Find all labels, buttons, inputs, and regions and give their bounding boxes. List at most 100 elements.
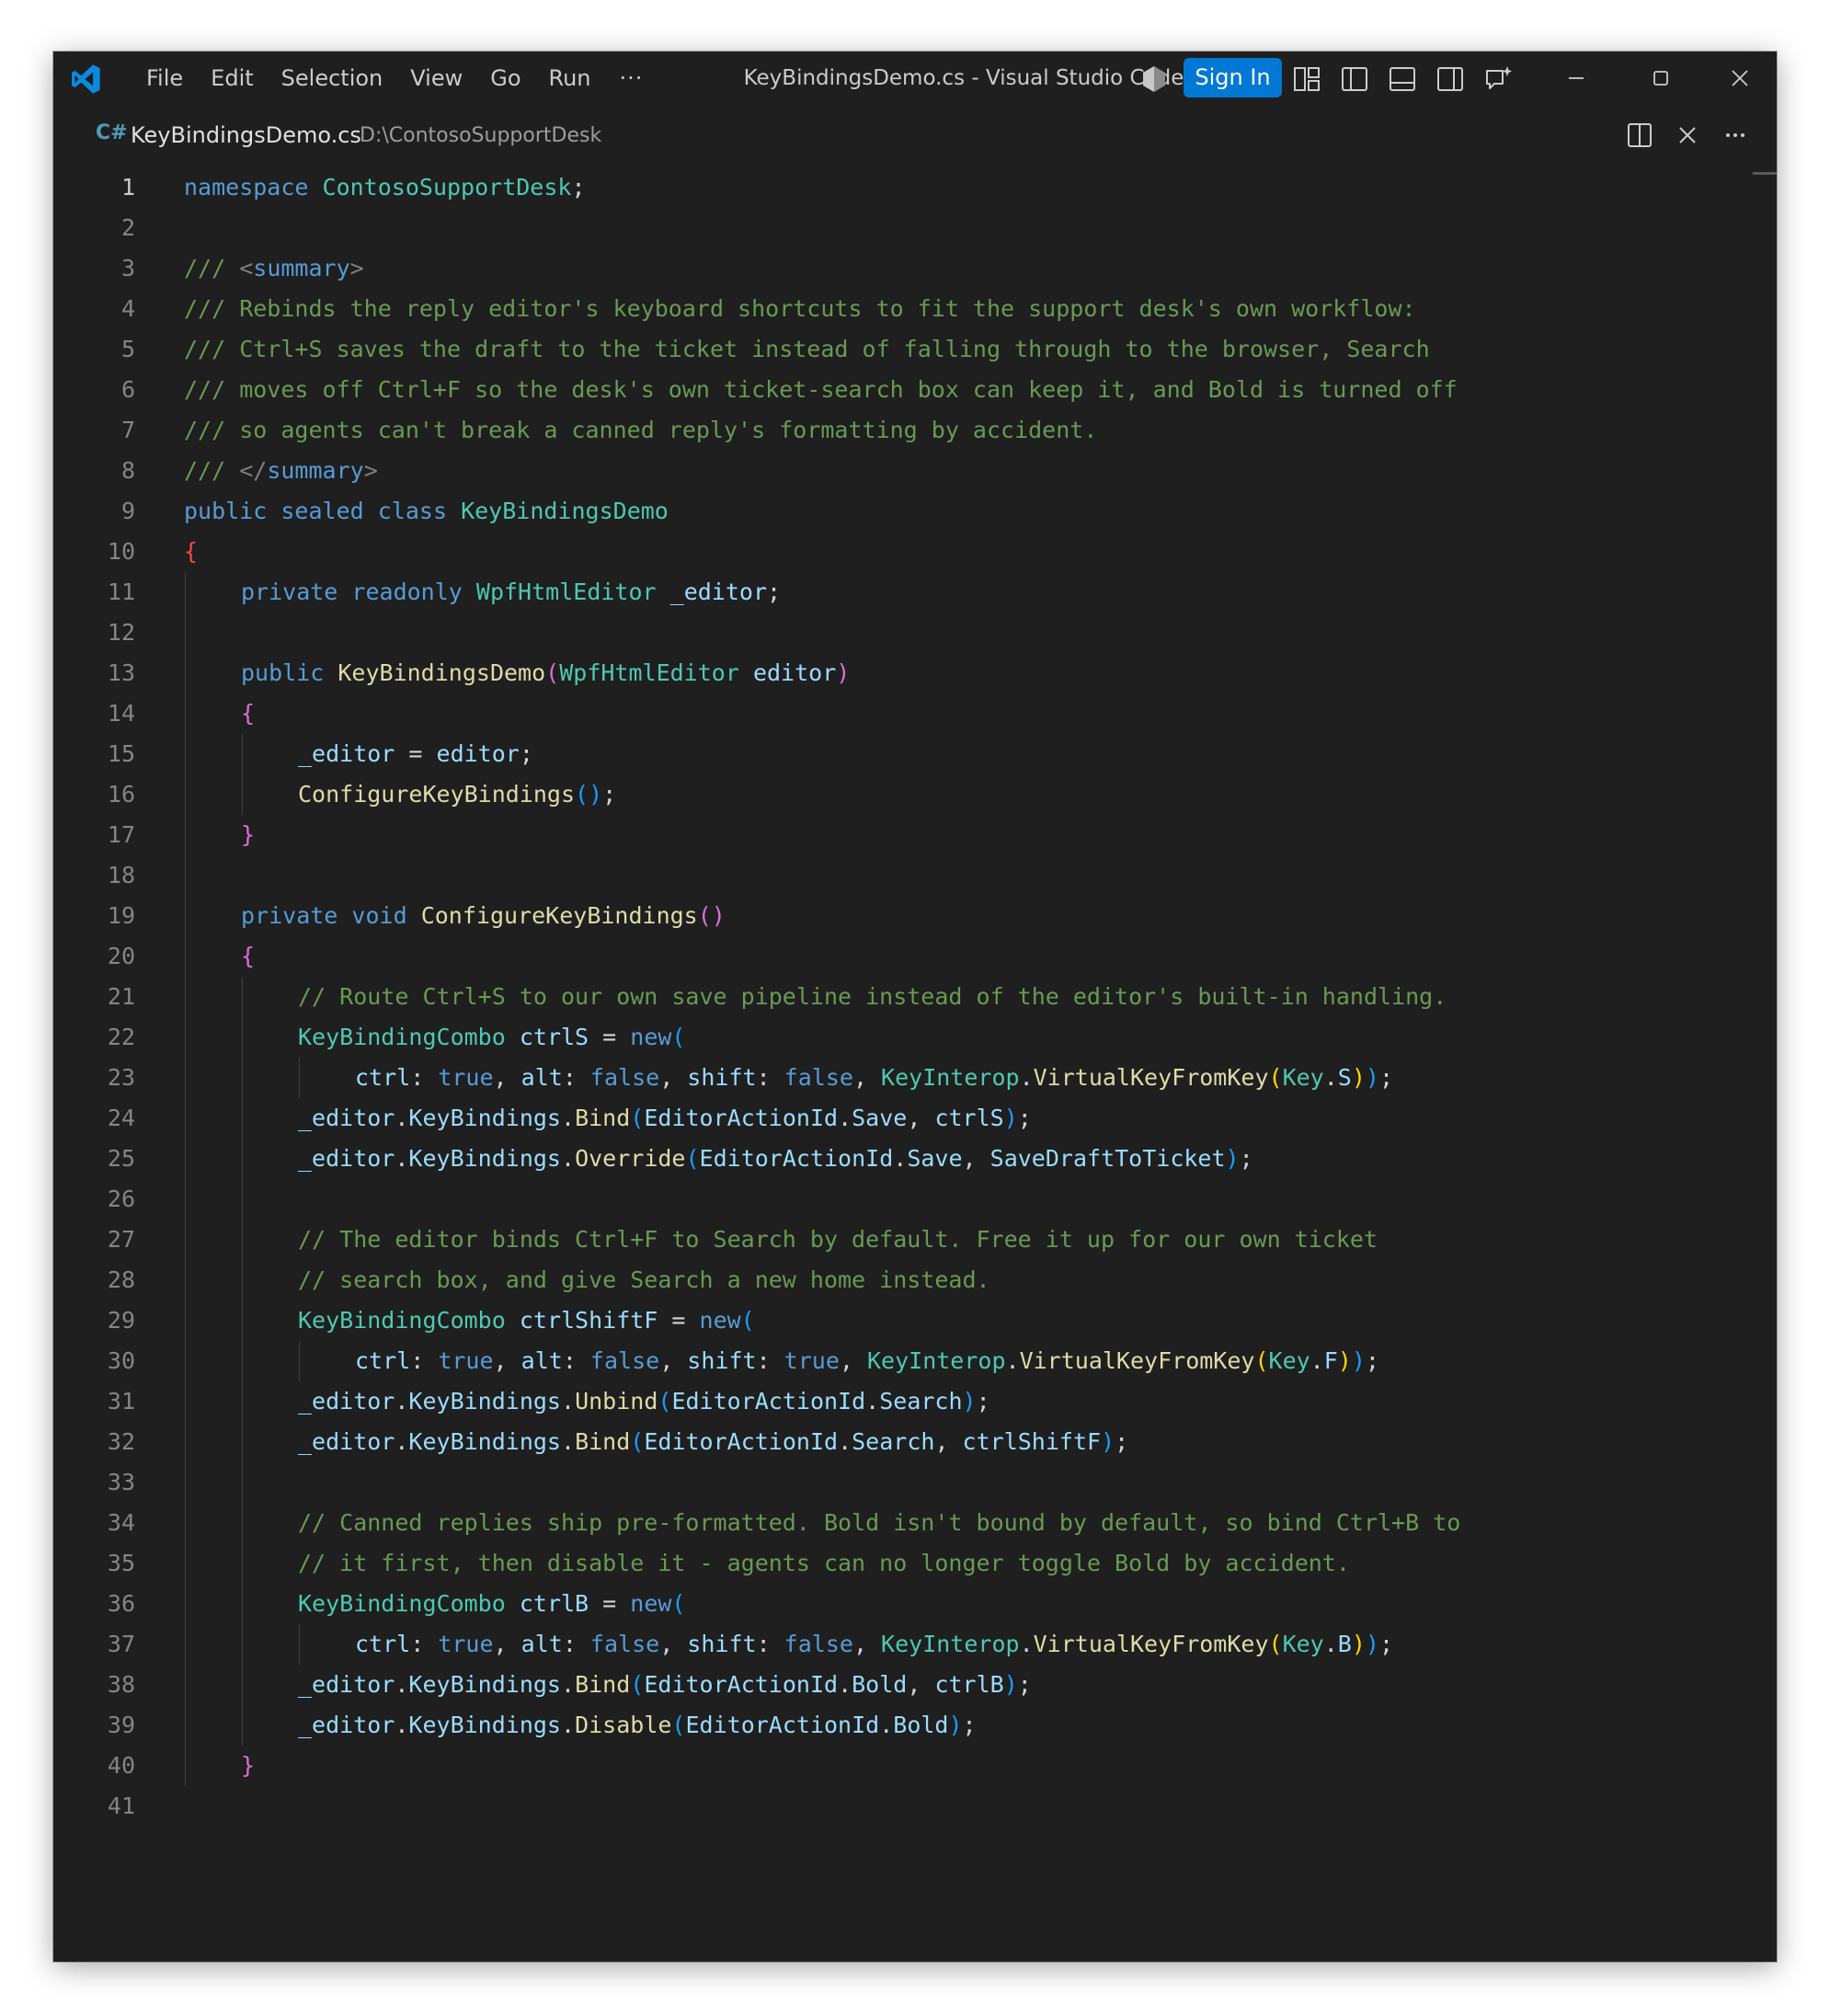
close-window-button[interactable]: [1703, 52, 1777, 105]
line-number: 1: [120, 174, 135, 200]
code-line[interactable]: 10 {: [53, 532, 1777, 572]
code-line[interactable]: 13 public KeyBindingsDemo(WpfHtmlEditor e…: [53, 653, 1777, 693]
code-line[interactable]: 16 ConfigureKeyBindings();: [53, 774, 1777, 815]
line-number: 4: [120, 295, 135, 322]
code-line[interactable]: 6 /// moves off Ctrl+F so the desk's own …: [53, 370, 1777, 410]
code-line[interactable]: 31 _editor.KeyBindings.Unbind(EditorActio…: [53, 1381, 1777, 1422]
code-line[interactable]: 34 // Canned replies ship pre-formatted. …: [53, 1503, 1777, 1543]
chat-icon[interactable]: [1482, 63, 1514, 95]
code-text: KeyBindingCombo ctrlS = new(: [298, 1017, 685, 1058]
code-line[interactable]: 30 ctrl: true, alt: false, shift: true, K…: [53, 1341, 1777, 1381]
customize-layout-icon[interactable]: [1291, 63, 1322, 95]
menu-run[interactable]: Run: [535, 65, 605, 91]
line-number: 16: [107, 781, 135, 808]
close-editor-button[interactable]: [1670, 118, 1705, 153]
code-line[interactable]: 26: [53, 1179, 1777, 1220]
code-token: ctrl: [355, 1631, 411, 1657]
line-number: 26: [107, 1186, 135, 1212]
csharp-file-icon: C#: [96, 121, 128, 144]
code-line[interactable]: 4 /// Rebinds the reply editor's keyboard…: [53, 289, 1777, 329]
file-name[interactable]: KeyBindingsDemo.cs: [131, 122, 361, 148]
code-token: Override: [575, 1145, 686, 1172]
code-line[interactable]: 37 ctrl: true, alt: false, shift: false, …: [53, 1624, 1777, 1665]
code-line[interactable]: 7 /// so agents can't break a canned repl…: [53, 410, 1777, 451]
code-line[interactable]: 18: [53, 855, 1777, 896]
line-number: 31: [107, 1388, 135, 1415]
code-token: _editor: [298, 1105, 395, 1131]
code-line[interactable]: 38 _editor.KeyBindings.Bind(EditorActionI…: [53, 1665, 1777, 1705]
toggle-panel-icon[interactable]: [1387, 63, 1418, 95]
menu-more-icon[interactable]: ···: [605, 65, 658, 91]
code-token: KeyBindingCombo: [298, 1307, 506, 1334]
code-line[interactable]: 11 private readonly WpfHtmlEditor _editor…: [53, 572, 1777, 613]
menu-selection[interactable]: Selection: [268, 65, 397, 91]
code-line[interactable]: 20 {: [53, 936, 1777, 977]
code-line[interactable]: 25 _editor.KeyBindings.Override(EditorAct…: [53, 1139, 1777, 1179]
minimize-button[interactable]: [1534, 52, 1618, 105]
code-line[interactable]: 36 KeyBindingCombo ctrlB = new(: [53, 1584, 1777, 1624]
toggle-secondary-sidebar-icon[interactable]: [1435, 63, 1466, 95]
split-editor-button[interactable]: [1622, 118, 1657, 153]
code-line[interactable]: 5 /// Ctrl+S saves the draft to the ticke…: [53, 329, 1777, 370]
code-line[interactable]: 2: [53, 208, 1777, 248]
code-token: .: [395, 1388, 409, 1415]
copilot-icon[interactable]: [1138, 63, 1170, 95]
code-token: ): [1365, 1631, 1379, 1657]
code-token: (: [1268, 1064, 1283, 1091]
code-line[interactable]: 41: [53, 1786, 1777, 1827]
code-line[interactable]: 39 _editor.KeyBindings.Disable(EditorActi…: [53, 1705, 1777, 1746]
code-line[interactable]: 21 // Route Ctrl+S to our own save pipeli…: [53, 977, 1777, 1017]
code-token: _editor: [298, 1388, 395, 1415]
menu-go[interactable]: Go: [476, 65, 534, 91]
menu-file[interactable]: File: [132, 65, 197, 91]
menu-view[interactable]: View: [396, 65, 476, 91]
code-token: .: [865, 1388, 880, 1415]
code-line[interactable]: 12: [53, 613, 1777, 653]
code-token: VirtualKeyFromKey: [1033, 1064, 1269, 1091]
code-token: ConfigureKeyBindings: [298, 781, 576, 808]
code-token: ;: [962, 1712, 977, 1738]
code-token: KeyInterop: [867, 1347, 1006, 1374]
vscode-logo-icon[interactable]: [70, 63, 101, 95]
code-token: :: [410, 1631, 439, 1657]
code-line[interactable]: 19 private void ConfigureKeyBindings(): [53, 896, 1777, 936]
code-token: class: [377, 498, 448, 524]
code-token: =: [395, 740, 437, 767]
menu-edit[interactable]: Edit: [197, 65, 267, 91]
code-line[interactable]: 8 /// </summary>: [53, 451, 1777, 491]
code-line[interactable]: 27 // The editor binds Ctrl+F to Search b…: [53, 1220, 1777, 1260]
code-line[interactable]: 40}: [53, 1746, 1777, 1786]
code-line[interactable]: 14 {: [53, 693, 1777, 734]
code-line[interactable]: 9 public sealed class KeyBindingsDemo: [53, 491, 1777, 532]
maximize-button[interactable]: [1618, 52, 1703, 105]
code-text: /// <summary>: [184, 248, 364, 289]
scrollbar-marker[interactable]: [1753, 172, 1777, 175]
code-token: WpfHtmlEditor: [559, 659, 739, 686]
toggle-primary-sidebar-icon[interactable]: [1339, 63, 1370, 95]
code-line[interactable]: 22 KeyBindingCombo ctrlS = new(: [53, 1017, 1777, 1058]
more-actions-button[interactable]: [1718, 118, 1753, 153]
code-editor[interactable]: 1 namespace ContosoSupportDesk; 2 3/// <sum…: [53, 166, 1777, 1962]
code-line[interactable]: 3 /// <summary>: [53, 248, 1777, 289]
code-line[interactable]: 17}: [53, 815, 1777, 855]
line-number: 5: [120, 336, 135, 362]
code-line[interactable]: 15 _editor = editor;: [53, 734, 1777, 774]
code-token: // search box, and give Search a new hom…: [298, 1266, 990, 1293]
code-line[interactable]: 33: [53, 1462, 1777, 1503]
code-line[interactable]: 28 // search box, and give Search a new h…: [53, 1260, 1777, 1300]
code-line[interactable]: 35 // it first, then disable it - agents …: [53, 1543, 1777, 1584]
code-token: VirtualKeyFromKey: [1019, 1347, 1255, 1374]
code-token: (: [630, 1105, 645, 1131]
code-line[interactable]: 1 namespace ContosoSupportDesk;: [53, 167, 1777, 208]
code-line[interactable]: 32 _editor.KeyBindings.Bind(EditorActionI…: [53, 1422, 1777, 1462]
code-line[interactable]: 23 ctrl: true, alt: false, shift: false, …: [53, 1058, 1777, 1098]
code-token: (: [658, 1388, 672, 1415]
code-line[interactable]: 29 KeyBindingCombo ctrlShiftF = new(: [53, 1300, 1777, 1341]
sign-in-button[interactable]: Sign In: [1184, 58, 1282, 97]
code-token: true: [438, 1631, 494, 1657]
code-line[interactable]: 24 _editor.KeyBindings.Bind(EditorActionI…: [53, 1098, 1777, 1139]
line-number: 12: [107, 619, 135, 646]
code-token: new: [699, 1307, 741, 1334]
code-token: ;: [519, 740, 533, 767]
